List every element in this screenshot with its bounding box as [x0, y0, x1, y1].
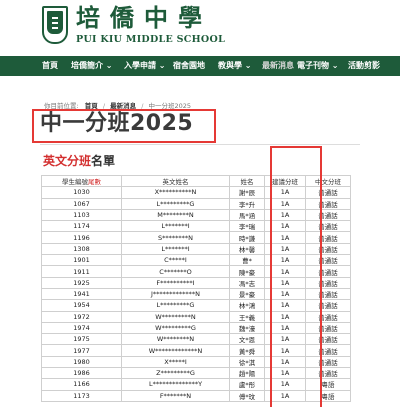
cell-student-no: 1986 [41, 367, 122, 380]
cell-student-no: 1980 [41, 355, 122, 369]
list-heading-rest: 名單 [91, 154, 116, 168]
list-heading: 英文分班名單 [43, 153, 115, 169]
cell-english-name: X**********N [121, 186, 230, 199]
cell-english-name: J*************N [121, 287, 230, 301]
cell-english-name: M********N [121, 208, 230, 222]
header-name: 姓名 [229, 174, 265, 188]
cell-english-name: L*********G [121, 197, 230, 210]
cell-english-name: X*****I [121, 355, 230, 369]
cell-student-no: 1030 [41, 186, 122, 199]
cell-english-name: S********N [121, 231, 230, 244]
cell-name: 黃*舜 [229, 344, 265, 357]
cell-student-no: 1901 [41, 254, 122, 267]
cell-name: 魏*濠 [229, 321, 265, 335]
cell-name: 李*瑞 [229, 220, 265, 233]
nav-item-news[interactable]: 最新消息 [262, 56, 294, 76]
cell-english-name: W*************N [121, 344, 230, 357]
cell-english-name: L*******I [121, 220, 230, 233]
cell-student-no: 1975 [41, 333, 122, 346]
cell-english-name: W********N [121, 333, 230, 346]
school-name-english[interactable]: PUI KIU MIDDLE SCHOOL [76, 34, 225, 45]
cell-student-no: 1067 [41, 197, 122, 210]
cell-english-name: F*******N [121, 389, 230, 402]
nav-item-activities[interactable]: 活動剪影 [348, 56, 380, 76]
nav-item-home[interactable]: 首頁 [42, 56, 58, 76]
main-nav: 首頁 培僑簡介 ⌄ 入學申請 ⌄ 宿舍園地 教與學 ⌄ 最新消息 電子刊物 ⌄ … [0, 56, 400, 76]
school-crest-icon[interactable] [42, 6, 68, 44]
cell-name: 趙*陽 [229, 367, 265, 380]
header-student-no: 學生編號尾數 [41, 174, 122, 188]
cell-english-name: W*********G [121, 321, 230, 335]
cell-name: 傅*玟 [229, 389, 265, 402]
nav-item-about[interactable]: 培僑簡介 ⌄ [71, 56, 113, 76]
cell-name: 王*義 [229, 310, 265, 323]
cell-english-name: L*******I [121, 242, 230, 256]
cell-name: 馬*涵 [229, 208, 265, 222]
cell-name: 馮*志 [229, 276, 265, 289]
cell-name: 曹* [229, 254, 265, 267]
cell-name: 林*馨 [229, 242, 265, 256]
nav-item-publications[interactable]: 電子刊物 ⌄ [297, 56, 339, 76]
cell-student-no: 1196 [41, 231, 122, 244]
cell-student-no: 1972 [41, 310, 122, 323]
cell-english-name: L*********G [121, 299, 230, 312]
cell-english-name: W*********N [121, 310, 230, 323]
cell-name: 文*恩 [229, 333, 265, 346]
cell-student-no: 1977 [41, 344, 122, 357]
cell-student-no: 1173 [41, 389, 122, 402]
school-name-chinese[interactable]: 培僑中學 [76, 4, 212, 32]
header-english-name: 英文姓名 [121, 174, 230, 188]
cell-english-name: Z*********G [121, 367, 230, 380]
nav-item-teaching[interactable]: 教與學 ⌄ [218, 56, 252, 76]
list-heading-highlight: 英文分班 [43, 154, 92, 168]
cell-name: 徐*淇 [229, 355, 265, 369]
site-header: 培僑中學 PUI KIU MIDDLE SCHOOL [0, 0, 400, 56]
cell-student-no: 1308 [41, 242, 122, 256]
cell-student-no: 1941 [41, 287, 122, 301]
title-divider [40, 144, 360, 145]
cell-name: 時*謙 [229, 231, 265, 244]
cell-student-no: 1174 [41, 220, 122, 233]
title-highlight-box [32, 109, 216, 143]
cell-english-name: F**********I [121, 276, 230, 289]
cell-english-name: C*****I [121, 254, 230, 267]
cell-student-no: 1974 [41, 321, 122, 335]
cell-name: 李*升 [229, 197, 265, 210]
nav-item-admission[interactable]: 入學申請 ⌄ [124, 56, 166, 76]
header-student-no-suffix: 尾數 [88, 178, 101, 187]
cell-student-no: 1925 [41, 276, 122, 289]
cell-english-name: L**************Y [121, 378, 230, 391]
cell-english-name: C*******O [121, 265, 230, 278]
cell-student-no: 1911 [41, 265, 122, 278]
cell-student-no: 1954 [41, 299, 122, 312]
header-student-no-label: 學生編號 [62, 178, 88, 187]
cell-name: 謝*辰 [229, 186, 265, 199]
chinese-class-highlight-box [270, 146, 322, 407]
cell-name: 陳*豪 [229, 265, 265, 278]
cell-name: 林*鴻 [229, 299, 265, 312]
cell-student-no: 1103 [41, 208, 122, 222]
cell-student-no: 1166 [41, 378, 122, 391]
nav-item-dormitory[interactable]: 宿舍園地 [173, 56, 205, 76]
cell-name: 景*豪 [229, 287, 265, 301]
cell-name: 盧*彤 [229, 378, 265, 391]
